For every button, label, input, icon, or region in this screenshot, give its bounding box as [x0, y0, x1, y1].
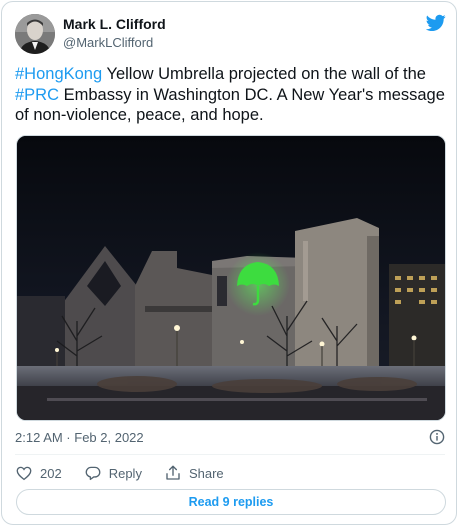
share-label: Share — [188, 465, 224, 481]
like-button[interactable]: 202 — [15, 464, 62, 482]
share-button[interactable]: Share — [164, 464, 224, 482]
action-bar: 202 Reply Share — [15, 463, 246, 483]
reply-button[interactable]: Reply — [84, 464, 142, 482]
hashtag-link[interactable]: #HongKong — [15, 65, 102, 83]
tweet-photo[interactable] — [16, 135, 446, 421]
reply-label: Reply — [108, 465, 142, 481]
avatar[interactable] — [15, 14, 55, 54]
share-icon — [166, 465, 180, 480]
author-name[interactable]: Mark L. Clifford — [63, 16, 166, 32]
tweet-text-segment: Embassy in Washington DC. A New Year's m… — [15, 85, 445, 125]
tweet-timestamp[interactable]: 2:12 AM · Feb 2, 2022 — [15, 430, 144, 445]
read-replies-button[interactable]: Read 9 replies — [16, 489, 446, 515]
heart-icon — [16, 466, 32, 481]
hashtag-link[interactable]: #PRC — [15, 86, 59, 104]
divider — [15, 454, 445, 455]
tweet-card: Mark L. Clifford @MarkLClifford #HongKon… — [1, 1, 457, 525]
avatar-photo — [15, 14, 55, 54]
info-icon[interactable] — [429, 429, 445, 445]
embassy-night-photo — [17, 136, 445, 420]
like-count: 202 — [40, 465, 62, 481]
twitter-bird-icon[interactable] — [426, 14, 446, 32]
reply-icon — [85, 466, 101, 481]
author-handle[interactable]: @MarkLClifford — [63, 35, 153, 50]
tweet-text-segment: Yellow Umbrella projected on the wall of… — [102, 65, 426, 83]
tweet-text: #HongKong Yellow Umbrella projected on t… — [15, 64, 445, 126]
